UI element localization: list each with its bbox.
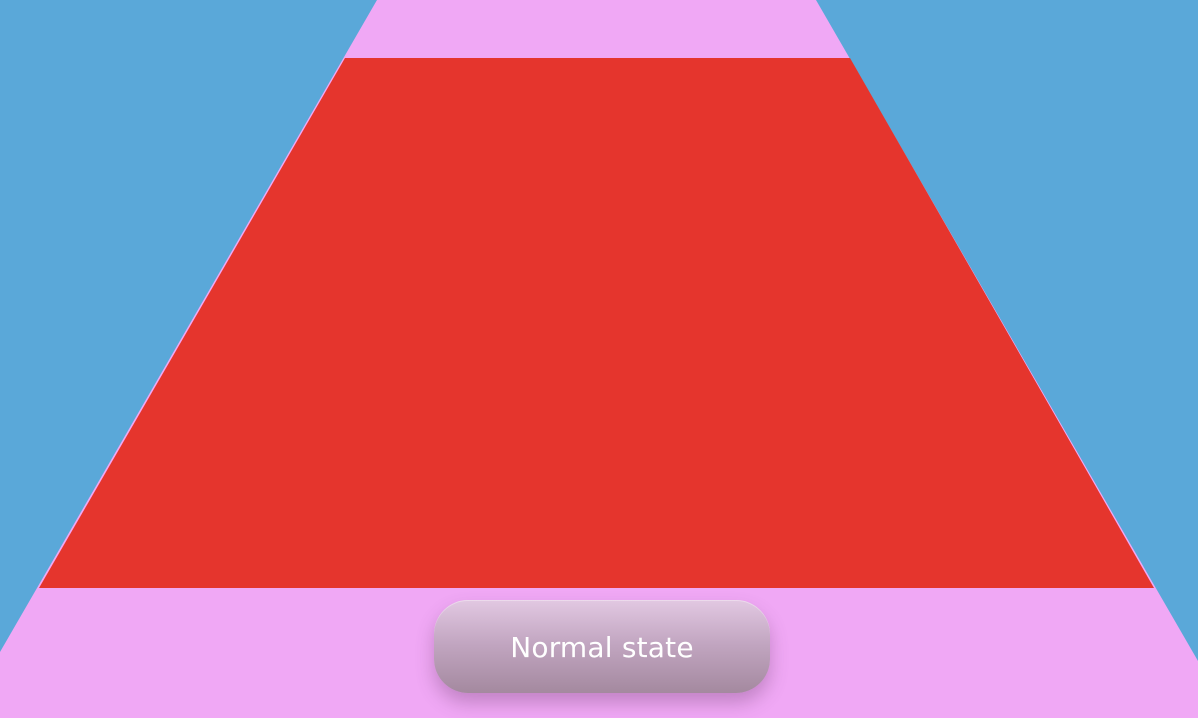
button-label: Normal state [510, 630, 694, 664]
normal-state-button[interactable]: Normal state [434, 600, 770, 693]
